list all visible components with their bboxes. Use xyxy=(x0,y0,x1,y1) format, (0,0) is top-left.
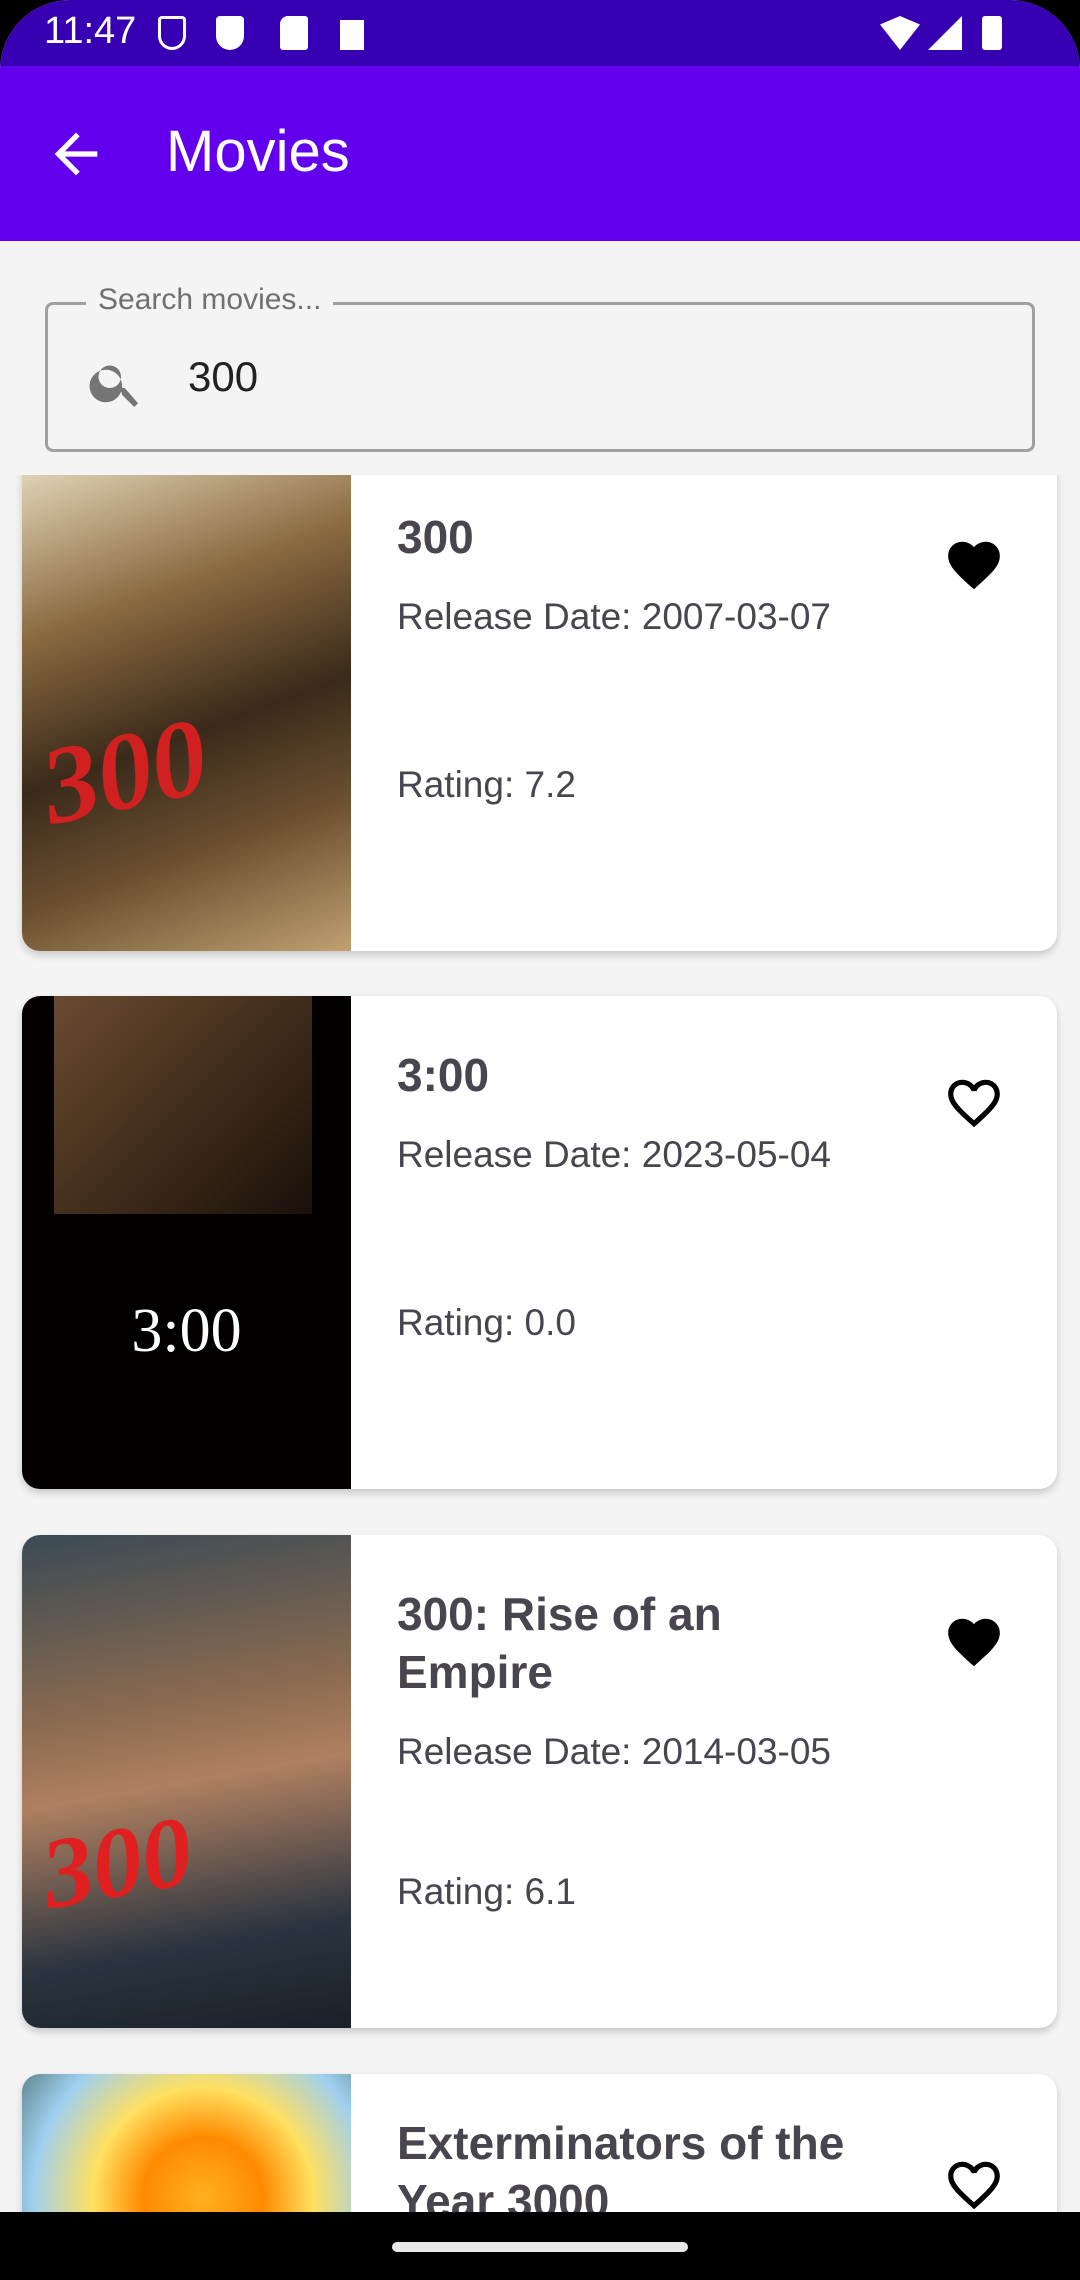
release-date: Release Date: 2014-03-05 xyxy=(397,1731,832,1772)
search-label: Search movies... xyxy=(86,283,334,317)
page-title: Movies xyxy=(166,119,350,184)
search-icon xyxy=(89,365,138,407)
search-input[interactable]: Search movies... 300 xyxy=(45,283,1035,452)
battery-icon xyxy=(982,16,1002,50)
release-date: Release Date: 2007-03-07 xyxy=(397,596,832,637)
wifi-icon xyxy=(880,16,920,50)
screen: 11:47 Movies Search movies... 300 300 30… xyxy=(0,0,1080,2280)
movie-list[interactable]: 300 300 Release Date: 2007-03-07 Rating:… xyxy=(0,475,1080,2280)
movie-card[interactable]: 300 300 Release Date: 2007-03-07 Rating:… xyxy=(22,475,1057,951)
back-button[interactable] xyxy=(44,122,108,186)
app-bar: Movies xyxy=(0,66,1080,241)
home-handle[interactable] xyxy=(392,2242,688,2252)
sd-card-icon xyxy=(280,16,308,50)
status-time: 11:47 xyxy=(44,10,137,52)
rating: Rating: 6.1 xyxy=(397,1871,576,1912)
favorite-filled-icon[interactable] xyxy=(943,534,1005,596)
play-protect-icon xyxy=(216,16,244,50)
movie-poster: 300 xyxy=(22,1535,351,2028)
movie-card[interactable]: 300 300: Rise of an Empire Release Date:… xyxy=(22,1535,1057,2028)
rating: Rating: 0.0 xyxy=(397,1302,576,1343)
rating: Rating: 7.2 xyxy=(397,764,576,805)
keyboard-a-icon xyxy=(340,20,364,50)
cell-signal-icon xyxy=(928,16,962,50)
shield-icon xyxy=(158,16,186,50)
poster-text: 3:00 xyxy=(131,1297,242,1365)
favorite-filled-icon[interactable] xyxy=(943,1611,1005,1673)
arrow-left-icon xyxy=(54,132,98,176)
movie-card[interactable]: 3:00 3:00 Release Date: 2023-05-04 Ratin… xyxy=(22,996,1057,1489)
movie-title: 300: Rise of an Empire xyxy=(397,1588,722,1698)
movie-title: 3:00 xyxy=(397,1049,490,1101)
favorite-outline-icon[interactable] xyxy=(943,1072,1005,1134)
release-date: Release Date: 2023-05-04 xyxy=(397,1134,832,1175)
favorite-outline-icon[interactable] xyxy=(943,2154,1005,2216)
movie-poster: 3:00 xyxy=(22,996,351,1489)
navigation-bar xyxy=(0,2212,1080,2280)
movie-poster: 300 xyxy=(22,475,351,951)
movie-title: 300 xyxy=(397,511,474,563)
search-value: 300 xyxy=(188,353,259,400)
status-bar: 11:47 xyxy=(0,0,1080,66)
